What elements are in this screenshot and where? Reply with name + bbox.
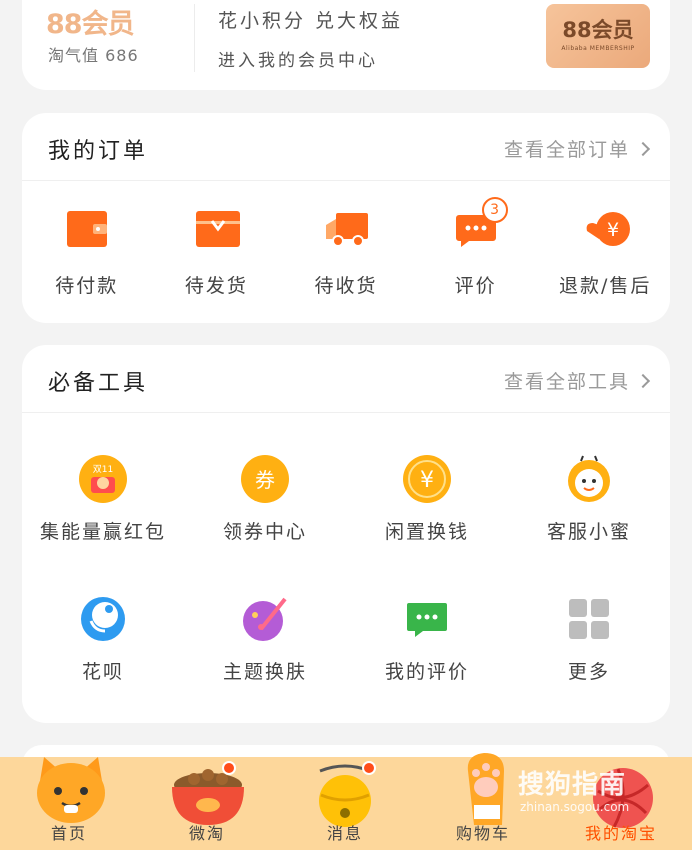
red-packet-icon: 双11 bbox=[79, 455, 127, 503]
svg-text:¥: ¥ bbox=[420, 468, 434, 493]
tools-header: 必备工具 查看全部工具 bbox=[22, 345, 670, 413]
tab-label: 微淘 bbox=[188, 824, 225, 843]
paw-icon bbox=[467, 753, 504, 825]
svg-text:双11: 双11 bbox=[93, 464, 113, 475]
member-slogan: 花小积分 兑大权益 bbox=[218, 10, 404, 32]
my-orders-card: 我的订单 查看全部订单 待付款 待发货 待收货 3 评价 ¥ 退款/售后 bbox=[22, 113, 670, 323]
review-count-badge: 3 bbox=[481, 197, 508, 223]
tab-label: 购物车 bbox=[455, 824, 510, 843]
tool-idle-exchange[interactable]: ¥ 闲置换钱 bbox=[346, 455, 508, 544]
tools-title: 必备工具 bbox=[48, 371, 149, 396]
watermark-url: zhinan.sogou.com bbox=[520, 800, 630, 814]
tool-label: 花呗 bbox=[81, 661, 124, 683]
orders-title: 我的订单 bbox=[48, 139, 149, 164]
membership-card[interactable]: 88会员 淘气值 686 花小积分 兑大权益 进入我的会员中心 88会员 Ali… bbox=[22, 0, 670, 90]
truck-icon bbox=[325, 211, 368, 247]
package-icon bbox=[196, 211, 241, 247]
essential-tools-card: 必备工具 查看全部工具 双11 集能量赢红包 券 领券中心 ¥ 闲置换钱 客服小… bbox=[22, 345, 670, 723]
order-label: 待收货 bbox=[314, 275, 378, 297]
badge-subtitle: Alibaba MEMBERSHIP bbox=[561, 45, 635, 52]
tool-more[interactable]: 更多 bbox=[508, 595, 670, 684]
tool-theme-skin[interactable]: 主题换肤 bbox=[184, 595, 346, 684]
taoqi-value: 淘气值 686 bbox=[48, 46, 139, 65]
yen-icon: ¥ bbox=[403, 455, 451, 503]
cat-mascot-icon bbox=[37, 757, 105, 823]
order-label: 退款/售后 bbox=[558, 275, 652, 297]
membership-badge[interactable]: 88会员 Alibaba MEMBERSHIP bbox=[546, 4, 650, 68]
watermark-text: 搜狗指南 bbox=[518, 770, 627, 800]
tool-label: 更多 bbox=[567, 661, 610, 683]
order-pending-receipt[interactable]: 待收货 bbox=[281, 211, 411, 298]
order-label: 待付款 bbox=[55, 275, 119, 297]
tab-label: 首页 bbox=[50, 824, 87, 843]
tool-label: 领券中心 bbox=[222, 521, 307, 543]
order-refund[interactable]: ¥ 退款/售后 bbox=[540, 211, 670, 298]
divider bbox=[194, 4, 195, 72]
refund-icon: ¥ bbox=[585, 211, 631, 247]
palette-icon bbox=[241, 595, 289, 643]
tool-energy-red-packet[interactable]: 双11 集能量赢红包 bbox=[22, 455, 184, 544]
order-pending-shipment[interactable]: 待发货 bbox=[152, 211, 282, 298]
coupon-icon: 券 bbox=[241, 455, 289, 503]
orders-header: 我的订单 查看全部订单 bbox=[22, 113, 670, 181]
comment-icon: 3 bbox=[455, 197, 508, 247]
bee-icon bbox=[565, 455, 613, 503]
svg-text:¥: ¥ bbox=[607, 219, 619, 241]
tool-label: 客服小蜜 bbox=[546, 521, 631, 543]
tool-coupon-center[interactable]: 券 领券中心 bbox=[184, 455, 346, 544]
chevron-right-icon bbox=[635, 373, 651, 388]
tool-label: 主题换肤 bbox=[222, 661, 307, 683]
view-all-tools-link[interactable]: 查看全部工具 bbox=[503, 367, 651, 394]
tab-label: 我的淘宝 bbox=[584, 824, 657, 843]
chevron-right-icon bbox=[635, 141, 651, 156]
tool-huabei[interactable]: 花呗 bbox=[22, 595, 184, 684]
member-logo: 88会员 bbox=[46, 9, 135, 40]
tool-my-reviews[interactable]: 我的评价 bbox=[346, 595, 508, 684]
svg-text:券: 券 bbox=[255, 468, 275, 492]
tool-customer-service[interactable]: 客服小蜜 bbox=[508, 455, 670, 544]
view-all-orders-label: 查看全部订单 bbox=[503, 139, 630, 161]
order-pending-payment[interactable]: 待付款 bbox=[22, 211, 152, 298]
weitao-notification-dot bbox=[222, 761, 236, 775]
tool-label: 集能量赢红包 bbox=[39, 521, 166, 543]
view-all-tools-label: 查看全部工具 bbox=[503, 371, 630, 393]
message-notification-dot bbox=[362, 761, 376, 775]
huabei-icon bbox=[79, 595, 127, 643]
badge-title: 88会员 bbox=[562, 18, 634, 42]
chat-icon bbox=[403, 595, 451, 643]
grid-icon bbox=[565, 595, 613, 643]
wallet-icon bbox=[66, 211, 107, 247]
order-label: 待发货 bbox=[184, 275, 248, 297]
order-pending-review[interactable]: 3 评价 bbox=[411, 197, 541, 298]
tab-home[interactable]: 首页 bbox=[0, 757, 138, 850]
tool-label: 闲置换钱 bbox=[384, 521, 469, 543]
order-label: 评价 bbox=[454, 275, 497, 297]
view-all-orders-link[interactable]: 查看全部订单 bbox=[503, 135, 651, 162]
member-center-link[interactable]: 进入我的会员中心 bbox=[218, 46, 378, 71]
tab-messages[interactable]: 消息 bbox=[276, 757, 414, 850]
tab-weitao[interactable]: 微淘 bbox=[138, 757, 276, 850]
tab-label: 消息 bbox=[326, 824, 363, 843]
tool-label: 我的评价 bbox=[384, 661, 469, 683]
